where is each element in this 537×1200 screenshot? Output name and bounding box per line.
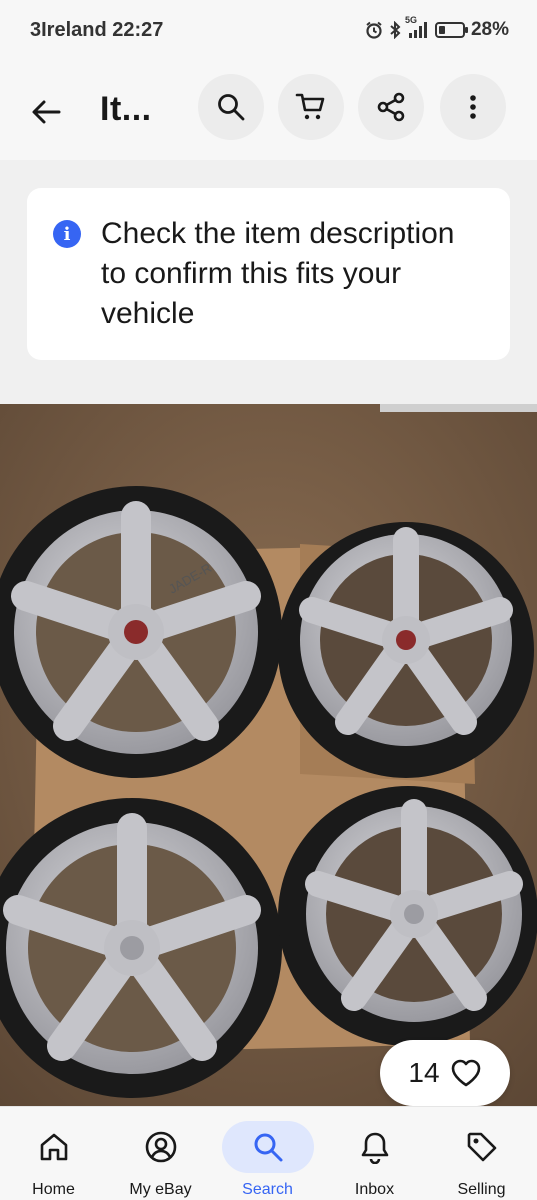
- nav-search-label: Search: [242, 1181, 293, 1198]
- nav-inbox-icon-wrap: [329, 1121, 421, 1173]
- more-vertical-icon: [470, 95, 476, 119]
- nav-search-icon-wrap: [221, 1121, 314, 1173]
- home-icon: [40, 1133, 67, 1161]
- user-icon: [145, 1131, 176, 1163]
- info-icon: i: [53, 220, 81, 248]
- tag-icon: [467, 1132, 496, 1162]
- nav-search[interactable]: Search: [214, 1107, 321, 1200]
- battery-icon: [434, 22, 468, 38]
- search-button[interactable]: [198, 74, 264, 140]
- wheel-top-right: [278, 522, 534, 778]
- back-button[interactable]: [22, 88, 70, 136]
- status-bar: 3Ireland 22:27 5G 28%: [0, 0, 537, 62]
- watch-button[interactable]: 14: [380, 1040, 510, 1106]
- bluetooth-icon: [389, 21, 401, 39]
- nav-my-ebay-icon-wrap: [115, 1121, 207, 1173]
- watchers-count: 14: [408, 1057, 440, 1088]
- status-icons: 5G 28%: [365, 15, 509, 41]
- nav-home-icon-wrap: [8, 1121, 100, 1173]
- signal-icon: 5G: [405, 15, 429, 39]
- wheels-photo: JADE-R: [0, 404, 537, 1106]
- bell-icon: [361, 1132, 388, 1164]
- nav-inbox[interactable]: Inbox: [321, 1107, 428, 1200]
- wheel-top-left: JADE-R: [0, 486, 282, 778]
- cart-icon: [295, 93, 325, 120]
- back-arrow-icon: [32, 100, 61, 124]
- nav-selling-icon-wrap: [436, 1121, 528, 1173]
- share-button[interactable]: [358, 74, 424, 140]
- search-icon: [254, 1133, 282, 1162]
- fitment-notice: i Check the item description to confirm …: [27, 188, 510, 360]
- alarm-icon: [365, 21, 383, 39]
- nav-home-label: Home: [32, 1181, 75, 1198]
- notice-section: i Check the item description to confirm …: [0, 160, 537, 404]
- nav-my-ebay[interactable]: My eBay: [107, 1107, 214, 1200]
- share-icon: [377, 92, 405, 122]
- wheel-bottom-right: [278, 786, 537, 1046]
- search-icon: [218, 94, 245, 121]
- network-type: 5G: [404, 15, 417, 25]
- nav-inbox-label: Inbox: [354, 1181, 395, 1198]
- heart-outline-icon: [451, 1059, 480, 1087]
- notice-text: Check the item description to confirm th…: [101, 217, 455, 330]
- nav-selling-label: Selling: [457, 1181, 506, 1198]
- app-header: It...: [0, 62, 537, 160]
- bottom-navigation: Home My eBay Search Inbox Selling: [0, 1106, 537, 1200]
- more-options-button[interactable]: [440, 74, 506, 140]
- page-title: It...: [100, 90, 152, 128]
- cart-button[interactable]: [278, 74, 344, 140]
- nav-home[interactable]: Home: [0, 1107, 107, 1200]
- nav-my-ebay-label: My eBay: [129, 1181, 192, 1198]
- listing-photo[interactable]: JADE-R: [0, 404, 537, 1106]
- battery-percent: 28%: [470, 19, 509, 40]
- carrier-time: 3Ireland 22:27: [30, 19, 164, 41]
- nav-selling[interactable]: Selling: [428, 1107, 535, 1200]
